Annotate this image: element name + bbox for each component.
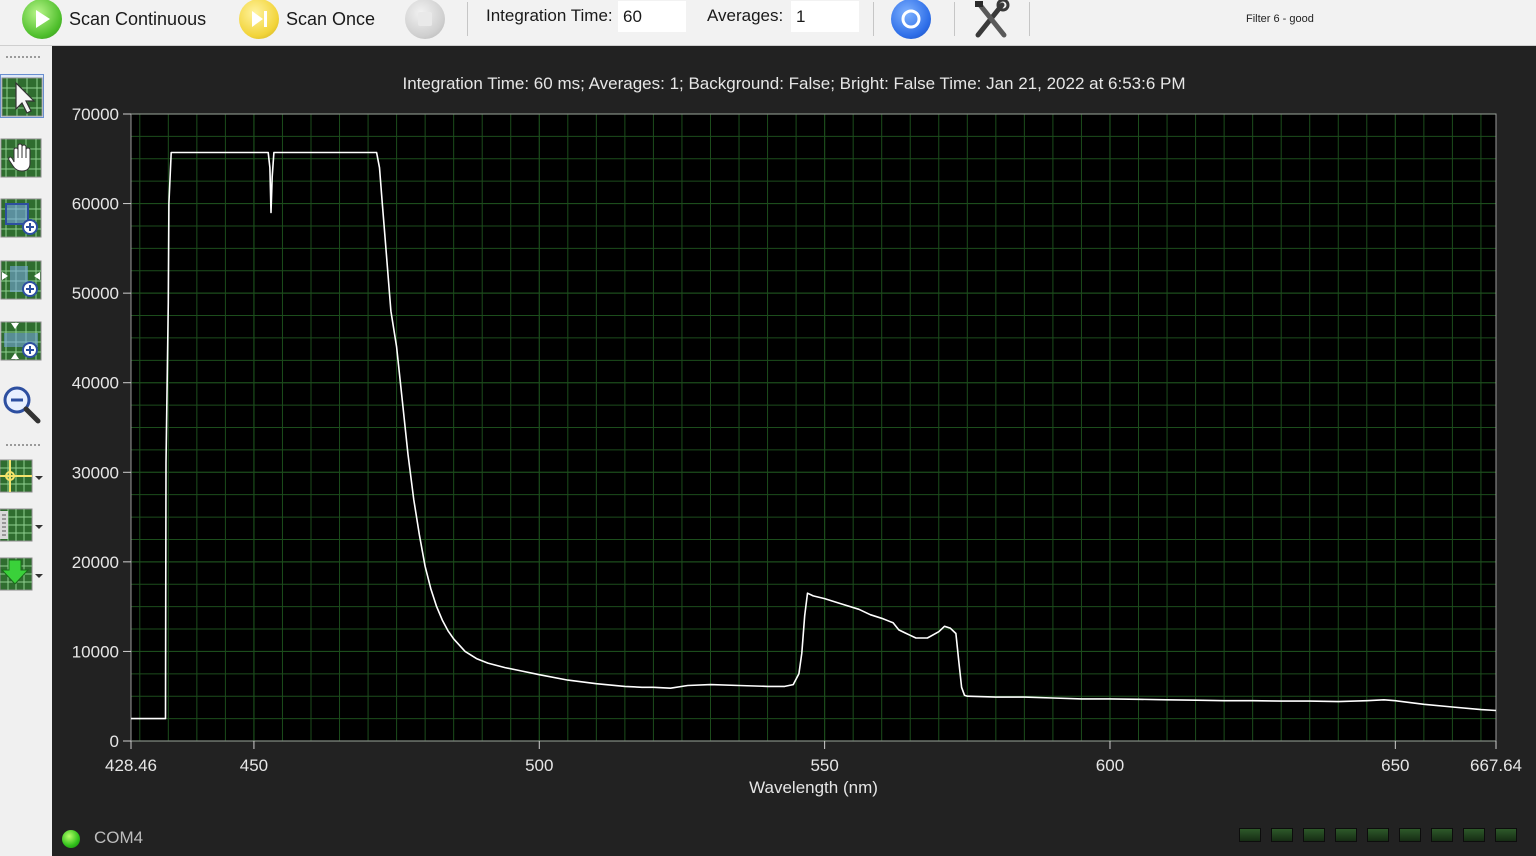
x-tick-label: 428.46 — [105, 756, 157, 775]
sidebar-separator — [6, 444, 40, 446]
scan-once-label: Scan Once — [286, 8, 376, 29]
record-icon — [891, 0, 931, 39]
download-button[interactable] — [0, 554, 44, 598]
record-button[interactable] — [891, 0, 931, 39]
stop-button[interactable] — [405, 0, 445, 39]
x-tick-label: 650 — [1381, 756, 1409, 775]
y-tick-label: 60000 — [72, 195, 119, 214]
y-tick-label: 20000 — [72, 553, 119, 572]
zoom-horizontal-button[interactable] — [0, 258, 44, 302]
pointer-tool-button[interactable] — [0, 74, 44, 118]
x-tick-label: 500 — [525, 756, 553, 775]
spectrum-ruler-button[interactable] — [0, 505, 44, 549]
y-tick-label: 50000 — [72, 284, 119, 303]
pointer-tool-icon — [1, 77, 43, 117]
led-indicator-strip — [1239, 828, 1517, 842]
chevron-down-icon — [35, 525, 43, 529]
download-icon — [0, 557, 33, 591]
zoom-out-button[interactable] — [0, 381, 44, 425]
toolbar-separator — [467, 2, 468, 36]
status-text: Filter 6 - good — [1246, 13, 1314, 25]
scan-continuous-label: Scan Continuous — [69, 8, 207, 29]
crosshair-cursor-icon — [0, 459, 33, 493]
tools-icon — [975, 0, 1010, 38]
x-tick-label: 550 — [810, 756, 838, 775]
zoom-horizontal-icon — [0, 260, 42, 300]
pan-hand-icon — [0, 138, 42, 178]
status-led — [1335, 828, 1357, 842]
averages-input[interactable] — [791, 1, 859, 32]
port-label: COM4 — [94, 828, 144, 847]
zoom-vertical-icon — [0, 321, 42, 361]
spectrum-ruler-icon — [0, 508, 33, 542]
pan-tool-button[interactable] — [0, 136, 44, 180]
status-led — [1271, 828, 1293, 842]
zoom-vertical-button[interactable] — [0, 319, 44, 363]
status-led — [1495, 828, 1517, 842]
integration-time-label: Integration Time: — [486, 6, 613, 25]
crosshair-cursor-button[interactable] — [0, 456, 44, 500]
plot-area[interactable]: Integration Time: 60 ms; Averages: 1; Ba… — [52, 46, 1536, 856]
averages-label: Averages: — [707, 6, 784, 25]
x-tick-label: 600 — [1096, 756, 1124, 775]
scan-once-button[interactable]: Scan Once — [239, 0, 376, 39]
integration-time-input[interactable] — [618, 1, 686, 32]
toolbar-separator — [1029, 2, 1030, 36]
tool-sidebar — [0, 46, 52, 856]
settings-tools-button[interactable] — [970, 0, 1016, 38]
y-tick-label: 40000 — [72, 374, 119, 393]
x-tick-label: 667.64 — [1470, 756, 1522, 775]
connection-status-icon — [62, 830, 80, 848]
status-led — [1367, 828, 1389, 842]
x-tick-label: 450 — [240, 756, 268, 775]
chevron-down-icon — [35, 476, 43, 480]
toolbar: Scan Continuous Scan Once Integration Ti… — [0, 0, 1536, 46]
y-tick-label: 0 — [110, 732, 119, 751]
x-axis-label: Wavelength (nm) — [749, 778, 878, 797]
sidebar-separator — [6, 56, 40, 58]
zoom-box-icon — [0, 198, 42, 238]
toolbar-separator — [954, 2, 955, 36]
stop-icon — [405, 0, 445, 39]
y-tick-label: 10000 — [72, 642, 119, 661]
status-led — [1239, 828, 1261, 842]
scan-continuous-button[interactable]: Scan Continuous — [22, 0, 207, 39]
status-led — [1303, 828, 1325, 842]
zoom-box-button[interactable] — [0, 196, 44, 240]
chevron-down-icon — [35, 574, 43, 578]
play-icon — [22, 0, 62, 39]
toolbar-separator — [873, 2, 874, 36]
status-led — [1399, 828, 1421, 842]
zoom-out-icon — [3, 386, 41, 424]
y-tick-label: 30000 — [72, 463, 119, 482]
y-tick-label: 70000 — [72, 105, 119, 124]
spectrum-chart[interactable]: 0 10000 20000 30000 40000 50000 60000 70000 428.… — [52, 46, 1536, 826]
status-led — [1431, 828, 1453, 842]
scan-once-icon — [239, 0, 279, 39]
status-led — [1463, 828, 1485, 842]
